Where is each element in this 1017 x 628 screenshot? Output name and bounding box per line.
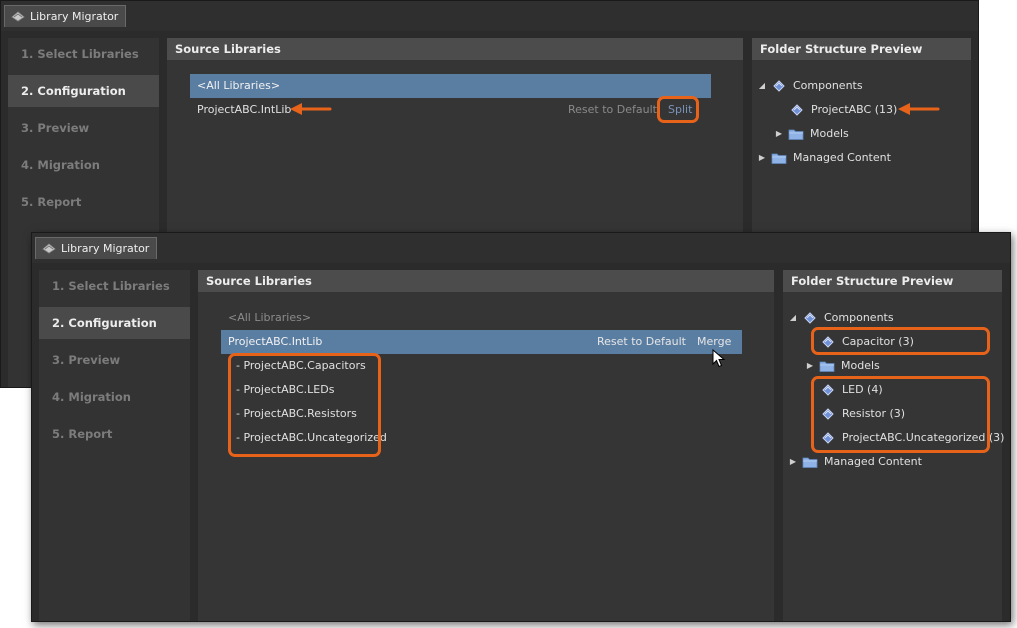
library-migrator-tab[interactable]: Library Migrator [35, 237, 158, 259]
reset-to-default-link[interactable]: Reset to Default [597, 330, 686, 354]
step-report[interactable]: 5. Report [39, 418, 190, 450]
tree-models[interactable]: ▶ Models [805, 354, 880, 378]
split-highlight [657, 96, 699, 123]
library-name: ProjectABC.IntLib [228, 335, 323, 348]
step-configuration[interactable]: 2. Configuration [8, 75, 159, 107]
step-migration[interactable]: 4. Migration [39, 381, 190, 413]
folder-icon [819, 359, 835, 373]
component-icon [802, 311, 818, 325]
collapsed-triangle-icon[interactable]: ▶ [805, 354, 815, 378]
tab-label: Library Migrator [61, 241, 150, 255]
library-migrator-tab[interactable]: Library Migrator [4, 5, 127, 27]
step-preview[interactable]: 3. Preview [39, 344, 190, 376]
tree-managed-content[interactable]: ▶ Managed Content [757, 146, 891, 170]
folder-icon [788, 127, 804, 141]
step-select-libraries[interactable]: 1. Select Libraries [39, 270, 190, 302]
tree-label: ProjectABC (13) [811, 103, 898, 116]
arrow-left-icon [290, 103, 332, 115]
mouse-cursor-icon [712, 349, 726, 368]
reset-to-default-link[interactable]: Reset to Default [568, 98, 657, 122]
tab-bar: Library Migrator [1, 1, 978, 31]
library-row[interactable]: ProjectABC.IntLib Reset to Default Merge [221, 330, 742, 354]
all-libraries-label: <All Libraries> [228, 311, 312, 324]
folder-icon [802, 455, 818, 469]
components-highlight [811, 376, 990, 453]
source-libraries-header: Source Libraries [198, 270, 774, 292]
wizard-steps: 1. Select Libraries 2. Configuration 3. … [39, 270, 190, 621]
tree-label: Managed Content [793, 151, 891, 164]
step-select-libraries[interactable]: 1. Select Libraries [8, 38, 159, 70]
all-libraries-row[interactable]: <All Libraries> [221, 306, 742, 330]
tree-models[interactable]: ▶ Models [774, 122, 849, 146]
component-icon [789, 103, 805, 117]
library-migrator-icon [42, 243, 56, 254]
folder-structure-header: Folder Structure Preview [752, 38, 971, 60]
capacitor-highlight [811, 327, 990, 355]
step-report[interactable]: 5. Report [8, 186, 159, 218]
tree-label: Models [810, 127, 849, 140]
library-row[interactable]: ProjectABC.IntLib Reset to Default Split [190, 98, 711, 122]
arrow-left-icon [898, 103, 940, 115]
folder-structure-header: Folder Structure Preview [783, 270, 1002, 292]
collapsed-triangle-icon[interactable]: ▶ [757, 146, 767, 170]
expanded-triangle-icon[interactable]: ◢ [757, 74, 767, 98]
tree-label: Models [841, 359, 880, 372]
tree-components[interactable]: ◢ Components [757, 74, 863, 98]
tree-managed-content[interactable]: ▶ Managed Content [788, 450, 922, 474]
tab-bar: Library Migrator [32, 233, 1010, 263]
tree-item[interactable]: ProjectABC (13) [789, 98, 897, 122]
tab-label: Library Migrator [30, 9, 119, 23]
step-configuration[interactable]: 2. Configuration [39, 307, 190, 339]
collapsed-triangle-icon[interactable]: ▶ [774, 122, 784, 146]
all-libraries-row[interactable]: <All Libraries> [190, 74, 711, 98]
step-migration[interactable]: 4. Migration [8, 149, 159, 181]
expanded-triangle-icon[interactable]: ◢ [788, 306, 798, 330]
collapsed-triangle-icon[interactable]: ▶ [788, 450, 798, 474]
split-libraries-highlight [228, 353, 381, 457]
source-libraries-header: Source Libraries [167, 38, 743, 60]
folder-icon [771, 151, 787, 165]
library-migrator-icon [11, 11, 25, 22]
tree-label: Managed Content [824, 455, 922, 468]
tree-label: Components [793, 79, 863, 92]
library-name: ProjectABC.IntLib [197, 103, 292, 116]
step-preview[interactable]: 3. Preview [8, 112, 159, 144]
component-icon [771, 79, 787, 93]
